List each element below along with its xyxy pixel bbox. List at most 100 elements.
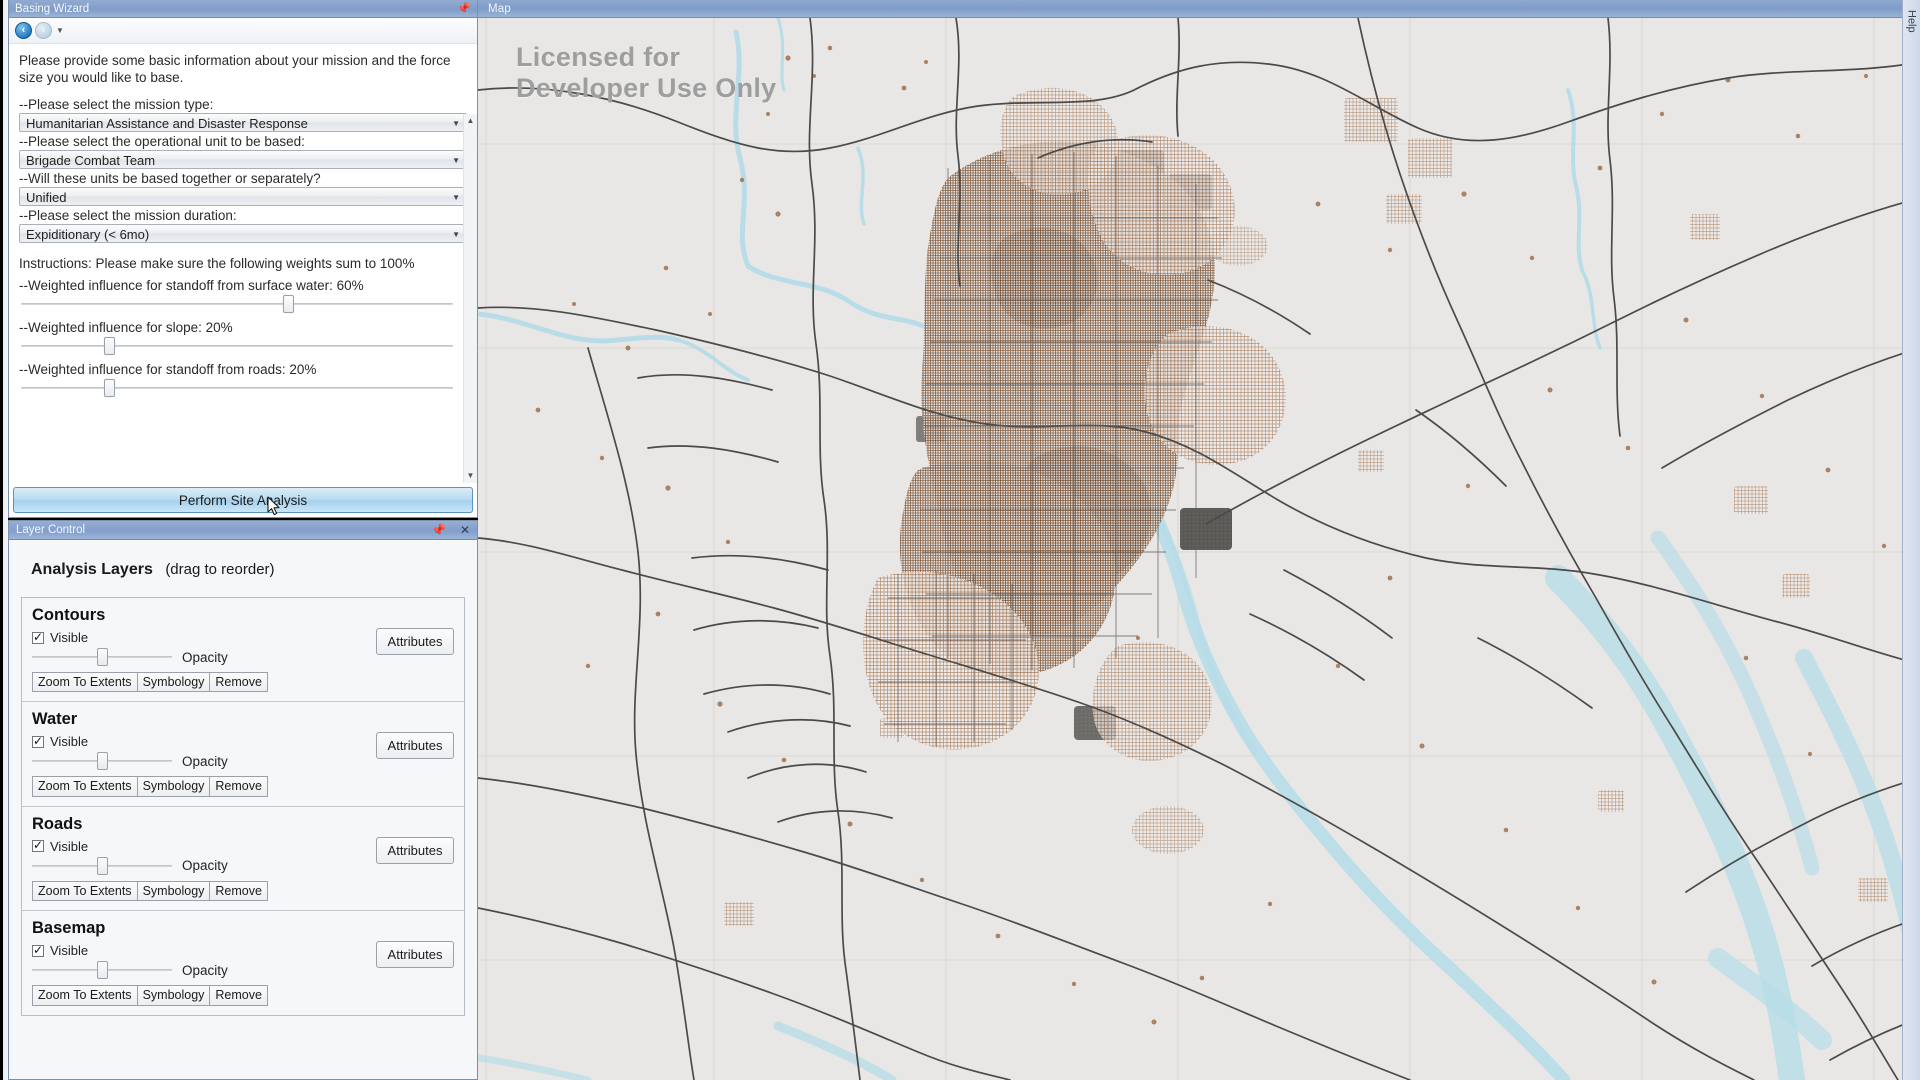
list-item[interactable]: Water Visible Opacity [22, 702, 464, 807]
layer-control-title: Layer Control [16, 523, 86, 536]
symbology-button[interactable]: Symbology [136, 672, 211, 693]
slider-track [21, 344, 453, 347]
visible-label: Visible [50, 630, 89, 645]
basing-wizard-panel: Basing Wizard 📌 ‹ › ▼ Please provide som… [8, 0, 478, 518]
back-arrow-icon[interactable]: ‹ [15, 22, 32, 39]
layer-action-buttons: Zoom To Extents Symbology Remove [32, 672, 454, 693]
layer-name: Basemap [32, 919, 106, 938]
mission-type-label: --Please select the mission type: [19, 96, 214, 112]
perform-site-analysis-label: Perform Site Analysis [178, 492, 308, 508]
water-weight-slider[interactable] [19, 294, 467, 313]
attributes-button[interactable]: Attributes [376, 941, 454, 969]
slider-thumb[interactable] [103, 378, 115, 397]
layer-name: Contours [32, 606, 106, 624]
symbology-button[interactable]: Symbology [136, 985, 211, 1006]
opacity-slider[interactable] [32, 856, 172, 875]
layer-control-panel: Layer Control 📌 ✕ Analysis Layers (drag … [8, 520, 478, 1080]
wizard-scrollbar[interactable]: ▲ ▼ [463, 114, 477, 483]
symbology-button[interactable]: Symbology [136, 880, 211, 902]
list-item[interactable]: Contours Visible Opacity [22, 598, 464, 703]
map-panel: Map Licensed for Developer Use Only Help [478, 0, 1920, 1080]
opacity-slider[interactable] [32, 648, 172, 666]
slider-thumb[interactable] [97, 752, 108, 771]
visible-label: Visible [50, 838, 89, 854]
zoom-to-extents-button[interactable]: Zoom To Extents [32, 776, 138, 797]
slider-thumb[interactable] [97, 961, 108, 980]
wizard-navigation-bar: ‹ › ▼ [9, 18, 477, 44]
analysis-layers-hint: (drag to reorder) [165, 561, 275, 578]
mission-duration-label: --Please select the mission duration: [19, 207, 237, 223]
slider-thumb[interactable] [97, 648, 108, 666]
chevron-down-icon: ▼ [452, 155, 460, 165]
opacity-label: Opacity [182, 649, 228, 665]
slider-thumb[interactable] [97, 856, 108, 875]
attributes-button[interactable]: Attributes [376, 836, 454, 864]
pin-icon[interactable]: 📌 [431, 521, 446, 540]
visible-checkbox[interactable] [32, 943, 44, 957]
symbology-button[interactable]: Symbology [136, 776, 211, 797]
mission-duration-value: Expiditionary (< 6mo) [26, 226, 150, 242]
operational-unit-label: --Please select the operational unit to … [19, 133, 305, 149]
list-item[interactable]: Roads Visible Opacity [22, 807, 464, 912]
chevron-down-icon: ▼ [452, 229, 460, 239]
list-item[interactable]: Basemap Visible Opacity [22, 911, 464, 1014]
pin-icon[interactable]: 📌 [457, 0, 471, 18]
water-weight-label: --Weighted influence for standoff from s… [19, 277, 364, 293]
slope-weight-label: --Weighted influence for slope: 20% [19, 319, 233, 335]
layer-action-buttons: Zoom To Extents Symbology Remove [32, 985, 454, 1006]
visible-label: Visible [50, 943, 89, 959]
map-canvas[interactable] [478, 18, 1920, 1080]
forward-arrow-icon[interactable]: › [35, 22, 52, 39]
help-panel-tab[interactable]: Help [1902, 0, 1920, 1080]
chevron-down-icon[interactable]: ▼ [56, 26, 64, 35]
layer-action-buttons: Zoom To Extents Symbology Remove [32, 880, 454, 902]
remove-button[interactable]: Remove [209, 880, 268, 902]
perform-site-analysis-button[interactable]: Perform Site Analysis [13, 487, 473, 516]
remove-button[interactable]: Remove [209, 776, 268, 797]
slope-weight-slider[interactable] [19, 336, 467, 355]
zoom-to-extents-button[interactable]: Zoom To Extents [32, 672, 138, 693]
left-dock: Basing Wizard 📌 ‹ › ▼ Please provide som… [0, 0, 478, 1080]
visible-label: Visible [50, 734, 89, 750]
basing-wizard-titlebar: Basing Wizard 📌 [9, 0, 477, 18]
basing-together-label: --Will these units be based together or … [19, 170, 321, 186]
map-titlebar: Map [478, 0, 1920, 18]
roads-weight-slider[interactable] [19, 378, 467, 397]
roads-weight-label: --Weighted influence for standoff from r… [19, 361, 317, 377]
visible-checkbox[interactable] [32, 838, 44, 853]
analysis-layers-title: Analysis Layers [31, 561, 153, 578]
opacity-slider[interactable] [32, 752, 172, 771]
scroll-down-icon[interactable]: ▼ [464, 469, 477, 483]
operational-unit-value: Brigade Combat Team [26, 152, 156, 168]
wizard-intro-text: Please provide some basic information ab… [19, 53, 451, 86]
slider-thumb[interactable] [282, 294, 294, 313]
mission-type-select[interactable]: Humanitarian Assistance and Disaster Res… [19, 112, 467, 132]
remove-button[interactable]: Remove [209, 985, 268, 1006]
attributes-button[interactable]: Attributes [376, 732, 454, 760]
basing-together-select[interactable]: Unified ▼ [19, 186, 467, 206]
slider-track [21, 386, 453, 389]
remove-button[interactable]: Remove [209, 672, 268, 693]
weights-instructions: Instructions: Please make sure the follo… [19, 255, 415, 271]
application-window: Map Licensed for Developer Use Only Help… [0, 0, 1920, 1080]
visible-checkbox[interactable] [32, 734, 44, 748]
dock-edge [0, 0, 8, 1080]
close-icon[interactable]: ✕ [460, 521, 470, 540]
scroll-up-icon[interactable]: ▲ [464, 114, 477, 128]
layer-action-buttons: Zoom To Extents Symbology Remove [32, 776, 454, 797]
basing-together-value: Unified [26, 189, 67, 205]
opacity-label: Opacity [182, 962, 228, 978]
zoom-to-extents-button[interactable]: Zoom To Extents [32, 985, 138, 1006]
zoom-to-extents-button[interactable]: Zoom To Extents [32, 880, 138, 902]
mission-duration-select[interactable]: Expiditionary (< 6mo) ▼ [19, 223, 467, 243]
layer-name: Roads [32, 814, 83, 833]
opacity-label: Opacity [182, 858, 228, 874]
operational-unit-select[interactable]: Brigade Combat Team ▼ [19, 149, 467, 169]
visible-checkbox[interactable] [32, 630, 44, 644]
attributes-button[interactable]: Attributes [376, 628, 454, 655]
slider-track [21, 302, 453, 305]
opacity-slider[interactable] [32, 961, 172, 980]
chevron-down-icon: ▼ [452, 118, 460, 128]
basing-wizard-title: Basing Wizard [15, 2, 90, 15]
slider-thumb[interactable] [103, 336, 115, 355]
